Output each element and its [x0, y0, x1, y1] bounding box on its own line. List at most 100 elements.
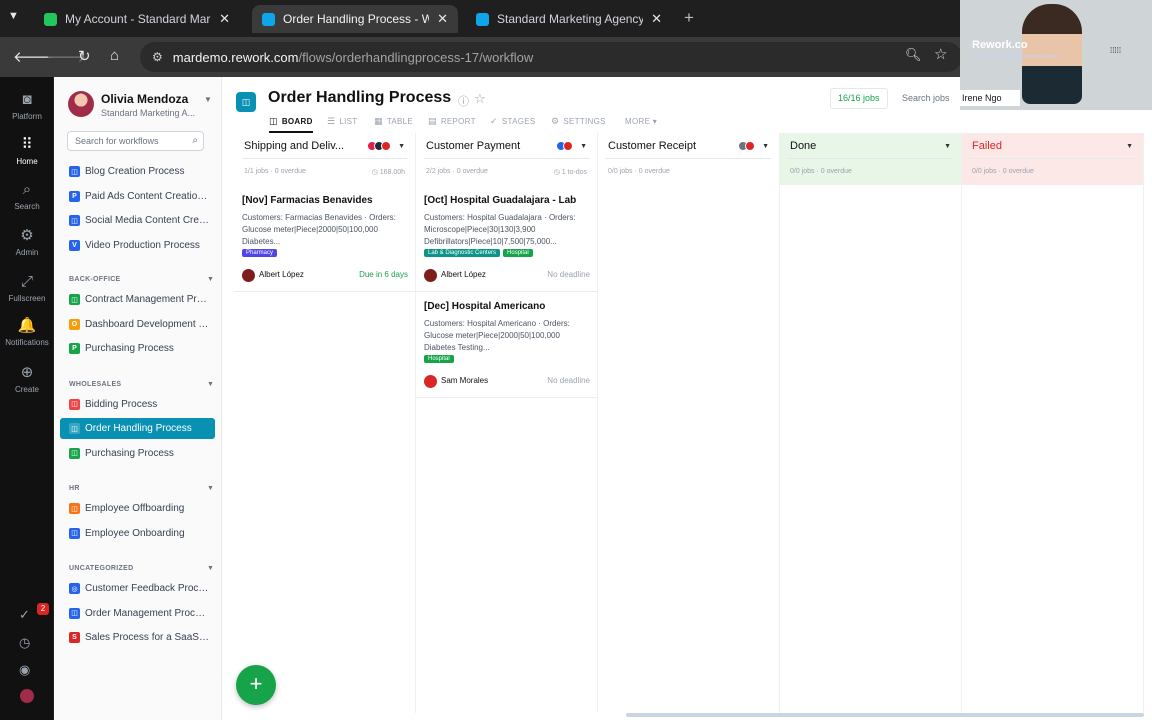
caret-down-icon[interactable]: ▼	[398, 143, 405, 150]
board-column: Done ▼ 0/0 jobs · 0 overdue	[780, 133, 962, 713]
tab-list[interactable]: ☰ LIST	[327, 116, 357, 127]
sidebar-item[interactable]: ◫ Order Management Process	[60, 603, 215, 624]
user-name[interactable]: Olivia Mendoza	[101, 92, 188, 106]
tab-report[interactable]: ▤ REPORT	[428, 116, 476, 127]
bookmark-star-icon[interactable]: ☆	[934, 45, 947, 63]
profile-avatar[interactable]	[20, 689, 34, 703]
chevron-down-icon[interactable]: ▼	[207, 381, 214, 388]
sidebar-item[interactable]: P Paid Ads Content Creation ...	[60, 186, 215, 207]
tab-search-chevron-icon[interactable]: ▼	[8, 10, 19, 22]
sidebar-item[interactable]: ◫ Purchasing Process	[60, 443, 215, 464]
horizontal-scrollbar[interactable]	[626, 713, 1144, 717]
close-icon[interactable]: ✕	[437, 11, 448, 27]
rail-item-admin[interactable]: ⚙ Admin	[0, 227, 54, 257]
rail-item-search[interactable]: ⌕ Search	[0, 181, 54, 211]
tab-label: LIST	[339, 117, 358, 126]
job-footer: Sam Morales No deadline	[424, 375, 590, 389]
tab-stages[interactable]: ✓ STAGES	[490, 116, 536, 127]
rail-item-label: Admin	[15, 248, 39, 257]
sidebar-item[interactable]: ◫ Bidding Process	[60, 394, 215, 415]
rail-item-platform[interactable]: ◙ Platform	[0, 91, 54, 121]
reload-icon[interactable]: ↻	[78, 47, 91, 65]
tab-board[interactable]: ◫ BOARD	[269, 116, 313, 127]
site-info-icon[interactable]: ⚙	[152, 50, 163, 64]
avatar[interactable]	[68, 91, 94, 117]
jobs-count-badge[interactable]: 16/16 jobs	[830, 88, 888, 109]
avatar	[424, 269, 437, 282]
sidebar-item[interactable]: V Video Production Process	[60, 235, 215, 256]
workflow-search-input[interactable]: Search for workflows ⌕	[67, 131, 204, 151]
chevron-down-icon[interactable]: ▼	[207, 485, 214, 492]
sidebar-group-label: HR	[69, 485, 80, 492]
column-title[interactable]: Customer Receipt	[608, 140, 696, 152]
sidebar-item[interactable]: ◫ Contract Management Proc...	[60, 289, 215, 310]
close-icon[interactable]: ✕	[651, 11, 662, 27]
browser-tab[interactable]: My Account - Standard Marketi ✕	[34, 5, 240, 33]
column-stats: 0/0 jobs · 0 overdue	[608, 168, 670, 175]
tab-settings[interactable]: ⚙ SETTINGS	[551, 116, 606, 127]
table-icon: ▦	[374, 116, 383, 126]
caret-down-icon[interactable]: ▼	[580, 143, 587, 150]
sidebar-item[interactable]: S Sales Process for a SaaS C...	[60, 627, 215, 648]
rail-item-notifications[interactable]: 🔔 Notifications	[0, 317, 54, 347]
job-card[interactable]: [Oct] Hospital Guadalajara - Lab Customer…	[424, 195, 590, 283]
sidebar-item[interactable]: ◎ Customer Feedback Process	[60, 578, 215, 599]
rail-item-label: Platform	[12, 112, 42, 121]
sidebar-item[interactable]: ◫ Blog Creation Process	[60, 161, 215, 182]
column-title[interactable]: Customer Payment	[426, 140, 520, 152]
presenter-name: Irene Ngo	[960, 90, 1020, 106]
column-title[interactable]: Shipping and Deliv...	[244, 140, 344, 152]
sidebar-item[interactable]: ◫ Social Media Content Creati...	[60, 210, 215, 231]
help-icon[interactable]: ◉	[19, 662, 30, 678]
info-icon[interactable]: ⓘ	[458, 93, 469, 109]
add-job-button[interactable]: +	[236, 665, 276, 705]
job-title: [Nov] Farmacias Benavides	[242, 195, 373, 206]
job-title: [Oct] Hospital Guadalajara - Lab	[424, 195, 577, 206]
caret-down-icon[interactable]: ▼	[762, 143, 769, 150]
column-title[interactable]: Failed	[972, 140, 1002, 152]
search-jobs-input[interactable]: Search jobs	[898, 88, 954, 109]
caret-down-icon[interactable]: ▼	[1126, 143, 1133, 150]
home-icon[interactable]: ⌂	[110, 47, 119, 64]
workflow-icon: O	[69, 318, 80, 330]
zoom-icon[interactable]: 🔍︎	[905, 47, 922, 63]
workflow-icon: S	[69, 632, 80, 643]
chevron-down-icon[interactable]: ▼	[207, 565, 214, 572]
browser-tab[interactable]: Order Handling Process - Work ✕	[252, 5, 458, 33]
sidebar-item-label: Order Handling Process	[85, 423, 192, 434]
chevron-down-icon[interactable]: ▼	[207, 276, 214, 283]
sidebar-item-label: Employee Onboarding	[85, 527, 185, 539]
workflow-icon: ◫	[69, 503, 80, 514]
tab-table[interactable]: ▦ TABLE	[374, 116, 413, 127]
member-avatars[interactable]	[556, 141, 573, 151]
history-icon[interactable]: ◷	[19, 635, 30, 651]
sidebar-item[interactable]: O Dashboard Development Pr...	[60, 314, 215, 335]
url-field[interactable]: ⚙ mardemo.rework.com/flows/orderhandling…	[140, 42, 962, 72]
sidebar-item[interactable]: ◫ Employee Offboarding	[60, 498, 215, 519]
workflow-icon: V	[69, 239, 80, 251]
chevron-down-icon[interactable]: ▼	[204, 95, 212, 104]
rail-item-fullscreen[interactable]: ⤢ Fullscreen	[0, 273, 54, 303]
tasks-check-icon[interactable]: ✓	[19, 607, 30, 623]
sidebar-item[interactable]: ◫ Employee Onboarding	[60, 523, 215, 544]
home-icon: ⠿	[21, 136, 33, 153]
card-separator	[234, 291, 416, 292]
job-card[interactable]: [Nov] Farmacias Benavides Customers: Farm…	[242, 195, 408, 283]
tab-more[interactable]: MORE ▾	[621, 116, 657, 126]
chevron-down-icon: ▾	[650, 117, 658, 126]
browser-tab[interactable]: Standard Marketing Agency ✕	[466, 5, 672, 33]
rail-item-create[interactable]: ⊕ Create	[0, 364, 54, 394]
sidebar-item[interactable]: P Purchasing Process	[60, 338, 215, 359]
caret-down-icon[interactable]: ▼	[944, 143, 951, 150]
sidebar-item[interactable]: ◫ Order Handling Process	[60, 418, 215, 439]
column-title[interactable]: Done	[790, 140, 816, 152]
list-icon: ☰	[327, 116, 336, 126]
close-icon[interactable]: ✕	[219, 11, 230, 27]
favorite-star-icon[interactable]: ☆	[474, 91, 486, 107]
member-avatars[interactable]	[367, 141, 391, 151]
rail-item-home[interactable]: ⠿ Home	[0, 136, 54, 166]
board-column: Customer Receipt ▼ 0/0 jobs · 0 overdue	[598, 133, 780, 713]
member-avatars[interactable]	[738, 141, 755, 151]
new-tab-button[interactable]: +	[684, 8, 694, 28]
job-card[interactable]: [Dec] Hospital Americano Customers: Hospi…	[424, 301, 590, 389]
